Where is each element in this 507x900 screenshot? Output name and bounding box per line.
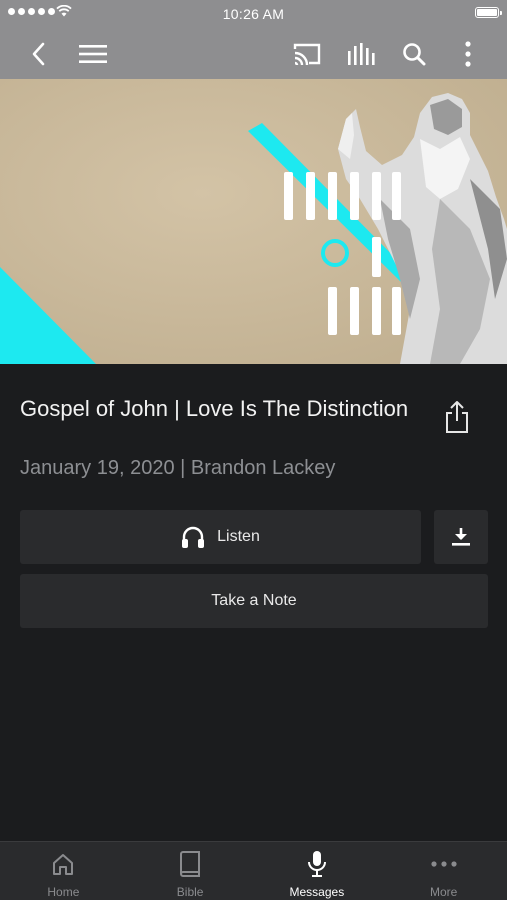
tab-more[interactable]: More	[380, 842, 507, 900]
listen-label: Listen	[217, 528, 260, 545]
artwork-letter-f	[372, 237, 381, 277]
bottom-tab-bar: Home Bible Messages More	[0, 841, 507, 900]
listen-button[interactable]: Listen	[20, 510, 421, 564]
tab-more-label: More	[429, 885, 458, 899]
tab-home-label: Home	[47, 885, 80, 899]
top-nav-bar	[0, 28, 507, 79]
more-vertical-icon	[465, 41, 471, 67]
home-icon	[53, 854, 74, 875]
status-bar: 10:26 AM	[0, 0, 507, 28]
cast-button[interactable]	[289, 36, 325, 72]
book-icon	[180, 851, 201, 877]
audio-bars-icon	[348, 43, 375, 65]
status-time: 10:26 AM	[222, 6, 285, 22]
sermon-artwork	[0, 79, 507, 364]
microphone-icon	[307, 851, 326, 877]
audio-levels-button[interactable]	[343, 36, 379, 72]
menu-icon	[79, 45, 107, 63]
share-icon	[446, 401, 468, 433]
search-icon	[403, 43, 426, 66]
tab-bible-label: Bible	[176, 885, 204, 899]
download-button[interactable]	[434, 510, 488, 564]
cast-icon	[293, 43, 321, 66]
more-options-button[interactable]	[450, 36, 486, 72]
message-title: Gospel of John | Love Is The Distinction	[20, 396, 409, 421]
back-icon	[32, 42, 45, 66]
tab-home[interactable]: Home	[0, 842, 127, 900]
menu-button[interactable]	[75, 36, 111, 72]
take-a-note-button[interactable]: Take a Note	[20, 574, 488, 628]
share-button[interactable]	[440, 398, 474, 436]
headphones-icon	[182, 526, 205, 548]
message-date-speaker: January 19, 2020 | Brandon Lackey	[20, 457, 336, 479]
tab-messages[interactable]: Messages	[254, 842, 381, 900]
battery-icon	[475, 7, 502, 18]
more-horizontal-icon	[431, 861, 457, 867]
artwork-graphic	[0, 79, 507, 364]
back-button[interactable]	[20, 36, 56, 72]
tab-bible[interactable]: Bible	[127, 842, 254, 900]
tab-messages-label: Messages	[289, 885, 345, 899]
take-a-note-label: Take a Note	[211, 592, 297, 609]
download-icon	[452, 528, 470, 546]
search-button[interactable]	[396, 36, 432, 72]
